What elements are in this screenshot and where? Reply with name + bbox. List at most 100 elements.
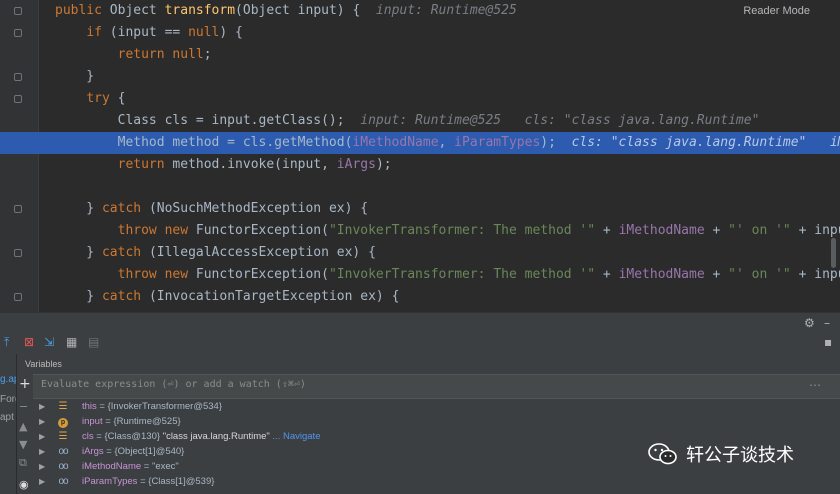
reader-mode-button[interactable]: Reader Mode — [743, 5, 810, 17]
expand-arrow-icon[interactable]: ▶ — [39, 459, 45, 474]
code-line[interactable]: } catch (IllegalAccessException ex) { — [0, 242, 840, 264]
minimize-icon[interactable]: – — [824, 316, 830, 330]
variable-row[interactable]: ▶ p input = {Runtime@525} — [33, 414, 633, 429]
expand-arrow-icon[interactable]: ▶ — [39, 414, 45, 429]
navigate-link[interactable]: ... Navigate — [270, 431, 320, 442]
code-token: (Object input) { — [235, 3, 361, 18]
variable-name: cls — [82, 431, 94, 442]
add-watch-icon[interactable]: + — [19, 376, 31, 392]
code-token: iMethodName — [618, 267, 705, 282]
variable-text: input = {Runtime@525} — [82, 414, 181, 429]
equals-sign: = — [103, 446, 115, 457]
restore-layout-icon[interactable]: ▤ — [88, 335, 99, 349]
code-token: catch — [101, 201, 149, 216]
code-line[interactable]: throw new FunctorException("InvokerTrans… — [0, 264, 840, 286]
code-line[interactable] — [0, 176, 840, 198]
code-token: + — [704, 223, 729, 238]
variable-text: iArgs = {Object[1]@540} — [82, 444, 184, 459]
code-token: "' on '" — [728, 223, 791, 238]
code-token: FunctorException( — [195, 223, 329, 238]
history-dropdown-icon[interactable]: ⋯ — [809, 378, 821, 392]
move-up-icon[interactable]: ▲ — [19, 420, 27, 433]
copy-icon[interactable]: ⧉ — [19, 456, 27, 470]
code-line[interactable]: Class cls = input.getClass(); input: Run… — [0, 110, 840, 132]
editor-scrollbar[interactable] — [831, 238, 836, 268]
expand-arrow-icon[interactable]: ▶ — [39, 429, 45, 444]
code-text: throw new FunctorException("InvokerTrans… — [55, 264, 840, 286]
code-editor[interactable]: public Object transform(Object input) { … — [0, 0, 840, 312]
code-line[interactable]: public Object transform(Object input) { … — [0, 0, 840, 22]
code-text: Method method = cls.getMethod(iMethodNam… — [55, 132, 840, 154]
variable-text: this = {InvokerTransformer@534} — [82, 399, 222, 414]
watermark: 轩公子谈技术 — [648, 441, 794, 467]
variable-name: input — [82, 416, 103, 427]
evaluate-expression-field[interactable]: Evaluate expression (⏎) or add a watch (… — [33, 374, 840, 399]
code-token: iMethodName — [352, 135, 439, 150]
code-token: return — [117, 157, 173, 172]
code-token: + input — [798, 267, 840, 282]
stop-frame-icon[interactable]: ⊠ — [24, 335, 34, 349]
code-token: ) { — [219, 25, 243, 40]
variables-panel: Variables + − ▲ ▼ ⧉ ◉ Evaluate expressio… — [16, 354, 840, 494]
field-icon: ☰ — [58, 431, 68, 442]
variable-row[interactable]: ▶ oo iParamTypes = {Class[1]@539} — [33, 474, 633, 489]
expand-arrow-icon[interactable]: ▶ — [39, 444, 45, 459]
code-token: { — [117, 91, 126, 106]
code-token: public — [55, 3, 110, 18]
variable-row[interactable]: ▶ ☰ cls = {Class@130} "class java.lang.Run… — [33, 429, 633, 444]
view-icon[interactable]: ◉ — [19, 478, 29, 491]
code-text: } catch (IllegalAccessException ex) { — [55, 242, 376, 264]
code-text: } — [55, 66, 94, 88]
remove-icon[interactable]: − — [19, 400, 28, 413]
code-token: "' on '" — [728, 267, 791, 282]
code-line[interactable]: return method.invoke(input, iArgs); — [0, 154, 840, 176]
variable-value: {Class@130} — [104, 431, 161, 442]
code-text: throw new FunctorException("InvokerTrans… — [55, 220, 840, 242]
step-out-icon[interactable]: ⤒ — [4, 335, 9, 350]
inline-debug-hint: input: Runtime@525 cls: "class java.lang… — [344, 113, 760, 128]
variable-row[interactable]: ▶ oo iArgs = {Object[1]@540} — [33, 444, 633, 459]
table-view-icon[interactable]: ▦ — [66, 335, 77, 349]
code-token: try — [86, 91, 118, 106]
code-token: (NoSuchMethodException ex) { — [148, 201, 369, 216]
code-token: null — [188, 25, 220, 40]
code-token: catch — [101, 245, 149, 260]
code-line[interactable]: } — [0, 66, 840, 88]
expand-arrow-icon[interactable]: ▶ — [39, 474, 45, 489]
expand-arrow-icon[interactable]: ▶ — [39, 399, 45, 414]
watch-icon: oo — [58, 446, 68, 457]
equals-sign: = — [93, 431, 105, 442]
code-token: ); — [375, 157, 392, 172]
variable-row[interactable]: ▶ ☰ this = {InvokerTransformer@534} — [33, 399, 633, 414]
code-token: iArgs — [336, 157, 376, 172]
code-text: if (input == null) { — [55, 22, 243, 44]
variable-row[interactable]: ▶ oo iMethodName = "exec" — [33, 459, 633, 474]
variable-name: iMethodName — [82, 461, 142, 472]
layout-options-icon[interactable]: ▪ — [824, 335, 832, 349]
variable-string-value: "class java.lang.Runtime" — [160, 431, 270, 442]
code-text: Class cls = input.getClass(); input: Run… — [55, 110, 760, 132]
frame-label[interactable]: apt — [0, 412, 14, 423]
move-down-icon[interactable]: ▼ — [19, 438, 27, 451]
code-token: } — [55, 69, 95, 84]
frames-panel[interactable]: g.ap Forg apt — [0, 354, 16, 494]
code-token: "InvokerTransformer: The method '" — [328, 267, 596, 282]
code-text: } catch (NoSuchMethodException ex) { — [55, 198, 368, 220]
current-execution-line[interactable]: Method method = cls.getMethod(iMethodNam… — [0, 132, 840, 154]
code-line[interactable]: if (input == null) { — [0, 22, 840, 44]
code-line[interactable]: return null; — [0, 44, 840, 66]
frame-label[interactable]: g.ap — [0, 374, 16, 385]
code-line[interactable]: } catch (InvocationTargetException ex) { — [0, 286, 840, 308]
step-into-icon[interactable]: ⇲ — [44, 335, 54, 349]
code-line[interactable]: throw new FunctorException("InvokerTrans… — [0, 220, 840, 242]
code-line[interactable]: } catch (NoSuchMethodException ex) { — [0, 198, 840, 220]
code-token: if — [86, 25, 110, 40]
settings-gear-icon[interactable]: ⚙ — [804, 316, 815, 330]
variables-title: Variables — [25, 359, 62, 369]
evaluate-placeholder: Evaluate expression (⏎) or add a watch (… — [41, 379, 306, 390]
code-token: + input — [798, 223, 840, 238]
code-line[interactable]: try { — [0, 88, 840, 110]
frame-label[interactable]: Forg — [0, 394, 16, 405]
